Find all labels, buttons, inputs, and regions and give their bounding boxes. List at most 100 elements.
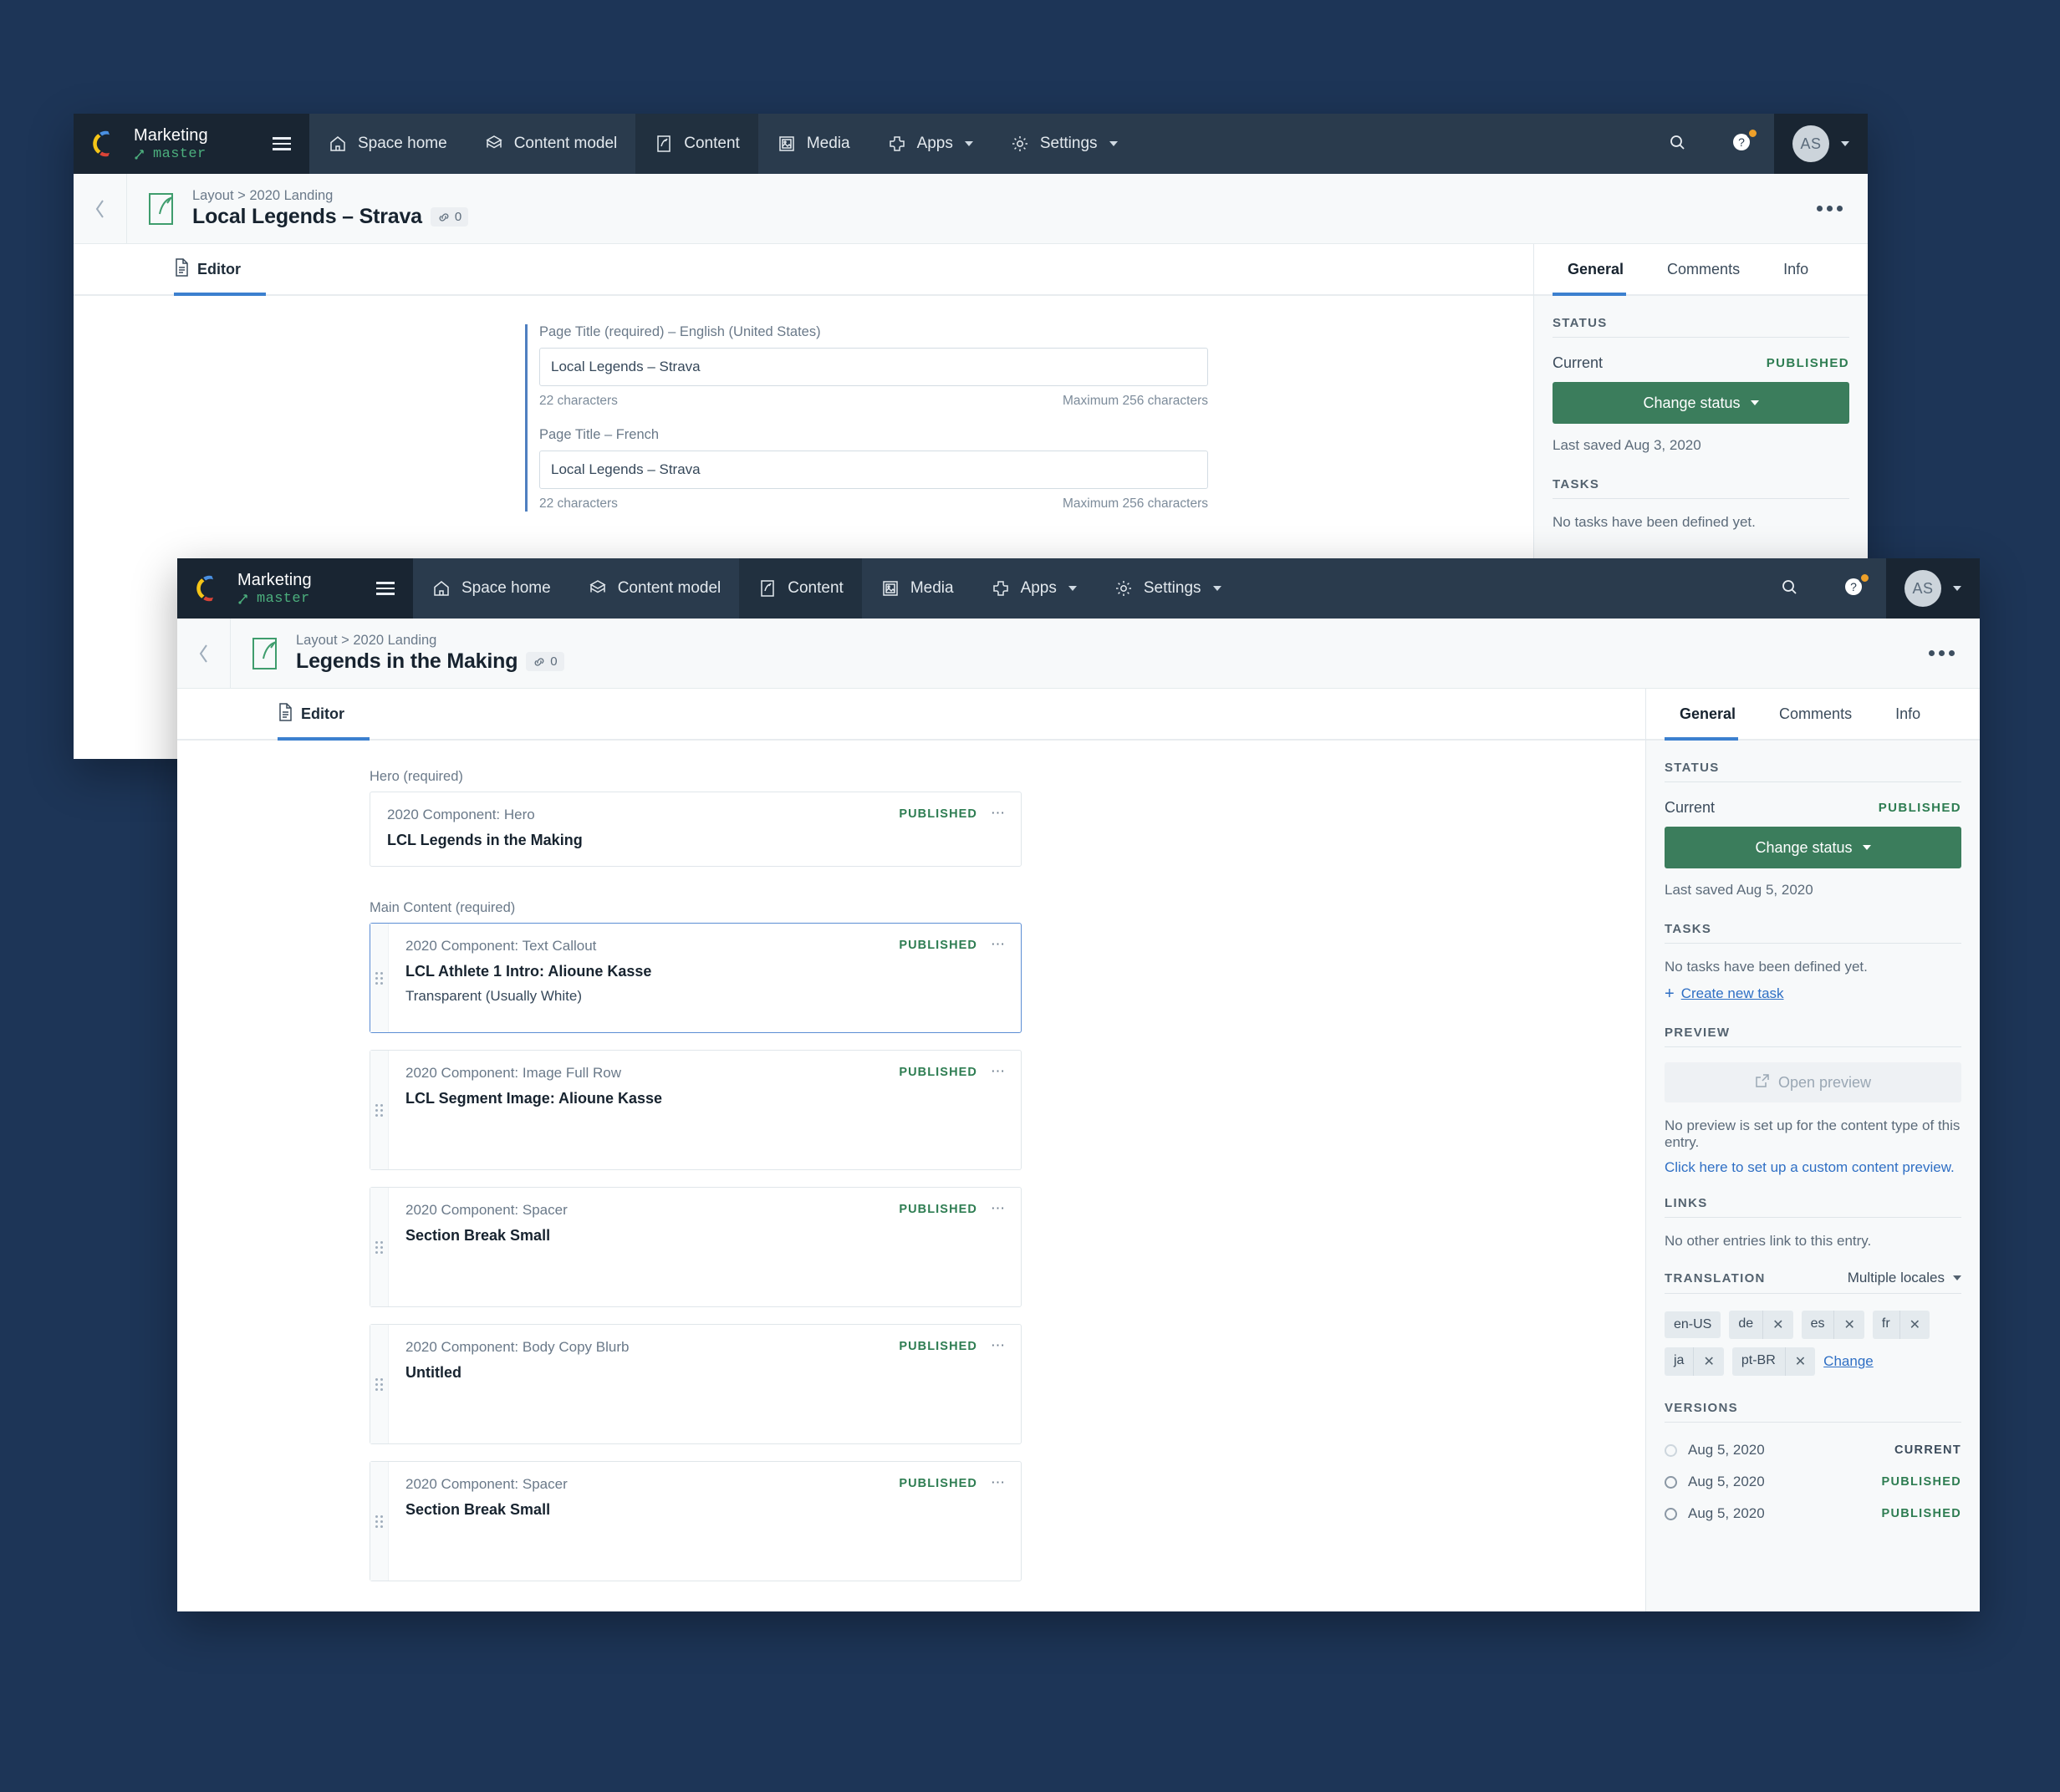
locale-chip-es[interactable]: es ✕ <box>1801 1311 1864 1339</box>
open-preview-button[interactable]: Open preview <box>1665 1062 1961 1102</box>
nav-settings-front[interactable]: Settings <box>1095 558 1240 619</box>
locale-chip-fr[interactable]: fr ✕ <box>1872 1311 1930 1339</box>
sidebar-tab-info-back[interactable]: Info <box>1762 244 1830 294</box>
account-menu-front[interactable]: AS <box>1886 558 1980 619</box>
locales-selector[interactable]: Multiple locales <box>1848 1270 1961 1286</box>
sidebar-tab-general-front[interactable]: General <box>1658 689 1757 739</box>
reference-status: PUBLISHED <box>899 939 977 952</box>
sidebar-tab-general-back[interactable]: General <box>1546 244 1645 294</box>
remove-locale-icon[interactable]: ✕ <box>1693 1347 1723 1376</box>
entry-title-row-front: Legends in the Making 0 <box>296 649 564 674</box>
version-radio-icon[interactable] <box>1665 1443 1677 1457</box>
help-button-front[interactable]: ? <box>1821 558 1886 619</box>
remove-locale-icon[interactable]: ✕ <box>1833 1311 1864 1339</box>
change-status-button-front[interactable]: Change status <box>1665 827 1961 868</box>
remove-locale-icon[interactable]: ✕ <box>1899 1311 1930 1339</box>
version-row[interactable]: Aug 5, 2020 CURRENT <box>1665 1434 1961 1466</box>
nav-space-home-front[interactable]: Space home <box>413 558 569 619</box>
nav-content-back[interactable]: Content <box>635 114 758 174</box>
drag-handle[interactable] <box>370 1325 389 1443</box>
reference-actions-menu[interactable]: ⋯ <box>991 937 1006 951</box>
nav-apps-back[interactable]: Apps <box>869 114 992 174</box>
reference-status: PUBLISHED <box>899 807 977 821</box>
drag-handle[interactable] <box>370 1188 389 1306</box>
sidebar-tab-comments-back[interactable]: Comments <box>1645 244 1762 294</box>
version-row[interactable]: Aug 5, 2020 PUBLISHED <box>1665 1466 1961 1498</box>
entry-title-row-back: Local Legends – Strava 0 <box>192 205 469 229</box>
reference-actions-menu[interactable]: ⋯ <box>991 1475 1006 1489</box>
space-switcher-back[interactable]: Marketing master <box>74 114 309 174</box>
reference-card-body: 2020 Component: Text Callout LCL Athlete… <box>389 924 1021 1032</box>
reference-card[interactable]: 2020 Component: Text Callout LCL Athlete… <box>370 923 1022 1033</box>
nav-label: Settings <box>1143 579 1201 597</box>
reference-status: PUBLISHED <box>899 1477 977 1490</box>
version-radio-icon[interactable] <box>1665 1507 1677 1520</box>
reference-title: Section Break Small <box>405 1227 551 1244</box>
account-menu-back[interactable]: AS <box>1774 114 1868 174</box>
change-locales-link[interactable]: Change <box>1823 1353 1874 1370</box>
sidebar-toggle-front[interactable] <box>376 582 395 595</box>
version-row[interactable]: Aug 5, 2020 PUBLISHED <box>1665 1498 1961 1530</box>
sidebar-tab-info-front[interactable]: Info <box>1874 689 1942 739</box>
content-model-icon <box>484 134 504 154</box>
change-status-button-back[interactable]: Change status <box>1553 382 1849 424</box>
tab-editor-back[interactable]: Editor <box>174 244 241 294</box>
reference-card[interactable]: 2020 Component: Image Full Row LCL Segme… <box>370 1050 1022 1170</box>
svg-text:?: ? <box>1850 580 1857 593</box>
back-button-back[interactable] <box>74 174 127 243</box>
nav-label: Content <box>788 579 844 597</box>
remove-locale-icon[interactable]: ✕ <box>1762 1311 1792 1339</box>
page-title-fr-input[interactable] <box>539 451 1208 489</box>
tab-editor-front[interactable]: Editor <box>278 689 344 739</box>
character-max: Maximum 256 characters <box>1062 394 1208 408</box>
locale-chip-pt-br[interactable]: pt-BR ✕ <box>1731 1347 1816 1376</box>
drag-handle[interactable] <box>370 924 389 1032</box>
version-date: Aug 5, 2020 <box>1688 1474 1765 1489</box>
nav-content-model-front[interactable]: Content model <box>569 558 740 619</box>
entry-actions-menu-back[interactable] <box>1792 174 1868 243</box>
reference-card[interactable]: 2020 Component: Body Copy Blurb Untitled… <box>370 1324 1022 1444</box>
incoming-links-badge[interactable]: 0 <box>430 207 469 227</box>
locale-chip-de[interactable]: de ✕ <box>1729 1311 1793 1339</box>
help-button-back[interactable]: ? <box>1709 114 1774 174</box>
remove-locale-icon[interactable]: ✕ <box>1784 1347 1815 1376</box>
search-button-front[interactable] <box>1757 558 1821 619</box>
page-title-en-input[interactable] <box>539 348 1208 386</box>
editor-tabbar-front: Editor <box>177 689 1645 741</box>
setup-preview-link[interactable]: Click here to set up a custom content pr… <box>1665 1159 1955 1175</box>
nav-content-front[interactable]: Content <box>739 558 862 619</box>
status-section-heading-front: STATUS <box>1665 741 1961 782</box>
create-new-task-button[interactable]: + Create new task <box>1665 975 1961 1005</box>
sidebar-tab-comments-front[interactable]: Comments <box>1757 689 1874 739</box>
search-button-back[interactable] <box>1645 114 1709 174</box>
reference-actions-menu[interactable]: ⋯ <box>991 1201 1006 1215</box>
drag-handle[interactable] <box>370 1051 389 1169</box>
sidebar-body-back: STATUS Current PUBLISHED Change status L… <box>1534 296 1868 531</box>
foreground-browser-window[interactable]: Marketing master Space home Content mode… <box>177 558 1980 1611</box>
reference-actions-menu[interactable]: ⋯ <box>991 806 1006 820</box>
reference-card[interactable]: 2020 Component: Hero LCL Legends in the … <box>370 792 1022 867</box>
locale-chip-en-us[interactable]: en-US <box>1665 1311 1721 1338</box>
entry-actions-menu-front[interactable] <box>1904 619 1980 688</box>
incoming-links-badge[interactable]: 0 <box>526 652 564 671</box>
reference-card[interactable]: 2020 Component: Spacer Section Break Sma… <box>370 1461 1022 1581</box>
reference-actions-menu[interactable]: ⋯ <box>991 1064 1006 1078</box>
back-button-front[interactable] <box>177 619 231 688</box>
reference-actions-menu[interactable]: ⋯ <box>991 1338 1006 1352</box>
nav-apps-front[interactable]: Apps <box>972 558 1095 619</box>
field-page-title-en: Page Title (required) – English (United … <box>539 324 1211 409</box>
nav-space-home-back[interactable]: Space home <box>309 114 466 174</box>
locale-chip-ja[interactable]: ja ✕ <box>1665 1347 1724 1376</box>
nav-media-back[interactable]: Media <box>758 114 869 174</box>
drag-handle[interactable] <box>370 1462 389 1581</box>
nav-content-model-back[interactable]: Content model <box>466 114 636 174</box>
nav-settings-back[interactable]: Settings <box>992 114 1136 174</box>
nav-media-front[interactable]: Media <box>862 558 972 619</box>
space-switcher-front[interactable]: Marketing master <box>177 558 413 619</box>
sidebar-toggle-back[interactable] <box>273 137 291 150</box>
reference-card[interactable]: 2020 Component: Spacer Section Break Sma… <box>370 1187 1022 1307</box>
entry-header-main-front: Layout > 2020 Landing Legends in the Mak… <box>231 619 1904 688</box>
version-radio-icon[interactable] <box>1665 1475 1677 1489</box>
